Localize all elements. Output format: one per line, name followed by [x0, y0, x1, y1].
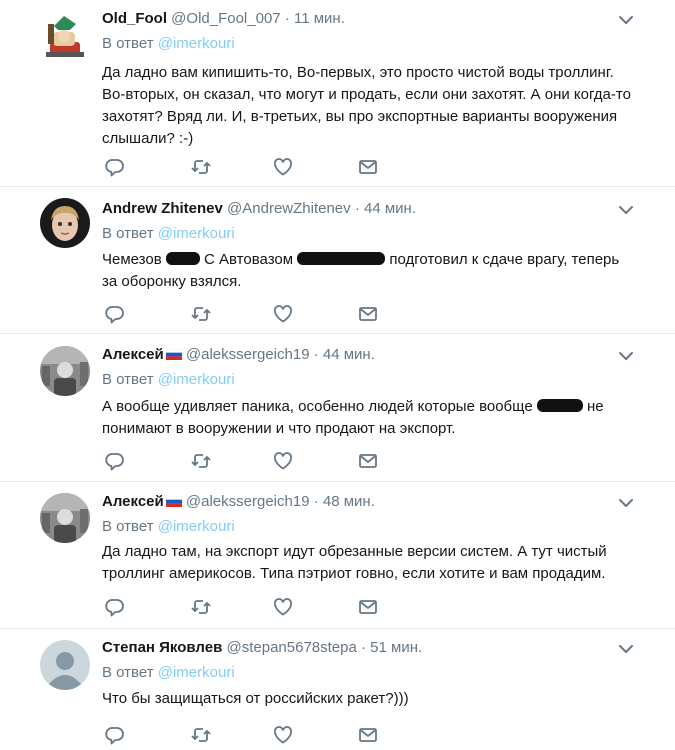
- reply-icon[interactable]: [104, 724, 126, 746]
- tweet[interactable]: Алексей @alekssergeich19 · 44 мин. В отв…: [0, 334, 675, 482]
- reply-context: В ответ @imerkouri: [102, 34, 235, 54]
- separator: ·: [361, 639, 366, 656]
- tweet-header: Алексей @alekssergeich19 · 44 мин.: [102, 345, 375, 365]
- separator: ·: [313, 346, 319, 363]
- tweet-header: Алексей @alekssergeich19 · 48 мин.: [102, 492, 375, 512]
- tweet-text: Да ладно вам кипишить-то, Во-первых, это…: [102, 64, 631, 147]
- retweet-icon[interactable]: [190, 596, 212, 618]
- author-handle[interactable]: @AndrewZhitenev: [227, 200, 351, 217]
- tweet-text-part: А вообще удивляет паника, особенно людей…: [102, 398, 533, 415]
- avatar[interactable]: [40, 493, 90, 543]
- reply-icon[interactable]: [104, 450, 126, 472]
- retweet-icon[interactable]: [190, 303, 212, 325]
- tweet-text-part: за оборонку взялся.: [102, 273, 242, 290]
- separator: ·: [313, 493, 319, 510]
- reply-prefix: В ответ: [102, 225, 154, 242]
- tweet-text: Что бы защищаться от российских ракет?))…: [102, 690, 409, 707]
- reply-context: В ответ @imerkouri: [102, 663, 235, 683]
- separator: ·: [284, 10, 290, 27]
- author-name[interactable]: Old_Fool: [102, 10, 167, 27]
- like-icon[interactable]: [272, 596, 294, 618]
- author-name[interactable]: Andrew Zhitenev: [102, 200, 223, 217]
- reply-mention[interactable]: @imerkouri: [158, 664, 235, 681]
- timestamp[interactable]: 51 мин.: [370, 639, 422, 656]
- reply-icon[interactable]: [104, 303, 126, 325]
- author-name[interactable]: Степан Яковлев: [102, 639, 222, 656]
- author-handle[interactable]: @alekssergeich19: [186, 346, 310, 363]
- chevron-down-icon[interactable]: [616, 346, 636, 366]
- reply-prefix: В ответ: [102, 35, 154, 52]
- message-icon[interactable]: [357, 303, 379, 325]
- message-icon[interactable]: [357, 450, 379, 472]
- author-handle[interactable]: @alekssergeich19: [186, 493, 310, 510]
- tweet-text-part: понимают в вооружении и что продают на э…: [102, 420, 456, 437]
- chevron-down-icon[interactable]: [616, 200, 636, 220]
- reply-context: В ответ @imerkouri: [102, 370, 235, 390]
- tweet-header: Andrew Zhitenev @AndrewZhitenev · 44 мин…: [102, 199, 416, 219]
- avatar[interactable]: [40, 346, 90, 396]
- chevron-down-icon[interactable]: [616, 10, 636, 30]
- tweet-header: Степан Яковлев @stepan5678stepa · 51 мин…: [102, 638, 422, 658]
- author-handle[interactable]: @Old_Fool_007: [171, 10, 280, 27]
- tweet-text-part: С Автовазом: [204, 251, 294, 268]
- russia-flag-icon: [166, 496, 182, 507]
- tweet-text-part: Чемезов: [102, 251, 162, 268]
- reply-prefix: В ответ: [102, 518, 154, 535]
- retweet-icon[interactable]: [190, 156, 212, 178]
- chevron-down-icon[interactable]: [616, 493, 636, 513]
- retweet-icon[interactable]: [190, 450, 212, 472]
- like-icon[interactable]: [272, 724, 294, 746]
- reply-icon[interactable]: [104, 596, 126, 618]
- tweet-text: Чемезов С Автовазом подготовил к сдаче в…: [102, 249, 632, 293]
- timestamp[interactable]: 48 мин.: [323, 493, 375, 510]
- timestamp[interactable]: 44 мин.: [323, 346, 375, 363]
- censor-mark: [165, 252, 200, 265]
- tweet-text: Да ладно там, на экспорт идут обрезанные…: [102, 543, 607, 582]
- like-icon[interactable]: [272, 156, 294, 178]
- like-icon[interactable]: [272, 303, 294, 325]
- avatar[interactable]: [40, 198, 90, 248]
- author-name[interactable]: Алексей: [102, 346, 164, 363]
- tweet-text: А вообще удивляет паника, особенно людей…: [102, 396, 632, 440]
- timestamp[interactable]: 44 мин.: [364, 200, 416, 217]
- tweet[interactable]: Andrew Zhitenev @AndrewZhitenev · 44 мин…: [0, 187, 675, 334]
- reply-icon[interactable]: [104, 156, 126, 178]
- tweet[interactable]: Степан Яковлев @stepan5678stepa · 51 мин…: [0, 629, 675, 750]
- reply-mention[interactable]: @imerkouri: [158, 225, 235, 242]
- russia-flag-icon: [166, 349, 182, 360]
- author-handle[interactable]: @stepan5678stepa: [227, 639, 357, 656]
- tweet[interactable]: Old_Fool @Old_Fool_007 · 11 мин. В ответ…: [0, 0, 675, 187]
- chevron-down-icon[interactable]: [616, 639, 636, 659]
- reply-prefix: В ответ: [102, 371, 154, 388]
- reply-mention[interactable]: @imerkouri: [158, 371, 235, 388]
- separator: ·: [354, 200, 360, 217]
- reply-prefix: В ответ: [102, 664, 154, 681]
- avatar[interactable]: [40, 12, 90, 62]
- retweet-icon[interactable]: [190, 724, 212, 746]
- avatar[interactable]: [40, 640, 90, 690]
- reply-context: В ответ @imerkouri: [102, 517, 235, 537]
- tweet-text-part: подготовил к сдаче врагу, теперь: [389, 251, 620, 268]
- tweet[interactable]: Алексей @alekssergeich19 · 48 мин. В отв…: [0, 482, 675, 629]
- censor-mark: [297, 252, 386, 265]
- censor-mark: [536, 399, 583, 412]
- tweet-text-part: не: [587, 398, 604, 415]
- tweet-header: Old_Fool @Old_Fool_007 · 11 мин.: [102, 9, 345, 29]
- like-icon[interactable]: [272, 450, 294, 472]
- reply-context: В ответ @imerkouri: [102, 224, 235, 244]
- author-name[interactable]: Алексей: [102, 493, 164, 510]
- timestamp[interactable]: 11 мин.: [294, 10, 345, 27]
- reply-mention[interactable]: @imerkouri: [158, 35, 235, 52]
- message-icon[interactable]: [357, 156, 379, 178]
- message-icon[interactable]: [357, 724, 379, 746]
- reply-mention[interactable]: @imerkouri: [158, 518, 235, 535]
- message-icon[interactable]: [357, 596, 379, 618]
